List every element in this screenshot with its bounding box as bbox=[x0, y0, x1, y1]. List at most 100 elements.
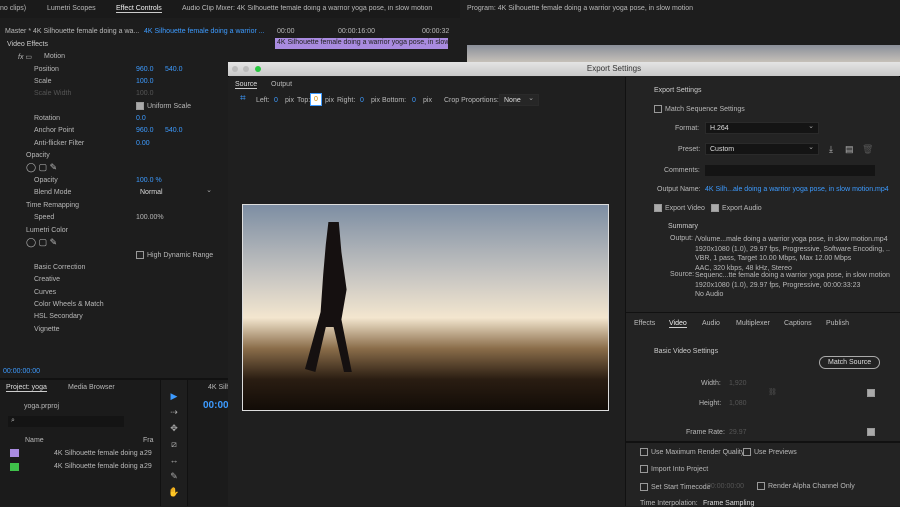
crop-proportions-select[interactable]: None bbox=[499, 94, 539, 106]
crop-right-input[interactable]: 0 bbox=[360, 97, 364, 104]
lumetri-section[interactable]: Color Wheels & Match bbox=[34, 301, 104, 308]
uniform-scale-checkbox[interactable]: Uniform Scale bbox=[136, 102, 191, 110]
lumetri-color-effect[interactable]: Lumetri Color bbox=[26, 227, 68, 234]
width-match-checkbox[interactable] bbox=[867, 389, 875, 397]
motion-effect[interactable]: Motion bbox=[44, 53, 65, 60]
tab-multiplexer[interactable]: Multiplexer bbox=[736, 320, 770, 327]
alpha-only-checkbox[interactable]: Render Alpha Channel Only bbox=[757, 482, 855, 490]
close-button[interactable] bbox=[232, 66, 238, 72]
comments-input[interactable] bbox=[705, 165, 875, 176]
import-project-checkbox[interactable]: Import Into Project bbox=[640, 465, 708, 473]
mask-tools-icon[interactable]: ◯ ▢ ✎ bbox=[26, 162, 57, 173]
lumetri-section[interactable]: Curves bbox=[34, 289, 56, 296]
max-render-label: Use Maximum Render Quality bbox=[651, 448, 745, 456]
column-frame-rate[interactable]: Fra bbox=[143, 437, 154, 444]
effect-timecode[interactable]: 00:00:00:00 bbox=[3, 368, 40, 375]
export-audio-checkbox[interactable]: Export Audio bbox=[711, 204, 762, 212]
tab-publish[interactable]: Publish bbox=[826, 320, 849, 327]
crop-bottom-input[interactable]: 0 bbox=[412, 97, 416, 104]
import-preset-icon[interactable]: ▤ bbox=[845, 144, 854, 155]
tab-effects[interactable]: Effects bbox=[634, 320, 655, 327]
output-name-link[interactable]: 4K Silh...ale doing a warrior yoga pose,… bbox=[705, 186, 889, 193]
crop-icon[interactable]: ⌗ bbox=[240, 93, 246, 104]
delete-preset-icon[interactable]: 🗑 bbox=[862, 144, 873, 155]
height-input[interactable]: 1,080 bbox=[729, 400, 747, 407]
time-remapping-effect[interactable]: Time Remapping bbox=[26, 202, 79, 209]
tab-captions[interactable]: Captions bbox=[784, 320, 812, 327]
ripple-edit-icon[interactable]: ✥ bbox=[161, 420, 187, 436]
razor-icon[interactable]: ⧄ bbox=[161, 436, 187, 452]
anchor-y[interactable]: 540.0 bbox=[165, 127, 183, 134]
scale-value[interactable]: 100.0 bbox=[136, 78, 154, 85]
timeline-clip-bar[interactable]: 4K Silhouette female doing a warrior yog… bbox=[275, 38, 448, 49]
tab-source[interactable]: Source bbox=[235, 81, 258, 89]
tab-program-monitor[interactable]: Program: 4K Silhouette female doing a wa… bbox=[467, 5, 693, 12]
pen-icon[interactable]: ✎ bbox=[161, 468, 187, 484]
column-name[interactable]: Name bbox=[25, 437, 44, 444]
tab-audio-clip-mixer[interactable]: Audio Clip Mixer: 4K Silhouette female d… bbox=[182, 5, 452, 12]
match-sequence-checkbox[interactable]: Match Sequence Settings bbox=[654, 105, 745, 113]
tab-media-browser[interactable]: Media Browser bbox=[68, 384, 115, 391]
hand-icon[interactable]: ✋ bbox=[161, 484, 187, 500]
tab-effect-controls[interactable]: Effect Controls bbox=[116, 5, 162, 13]
opacity-value[interactable]: 100.0 % bbox=[136, 177, 162, 184]
slip-icon[interactable]: ↔ bbox=[161, 452, 187, 468]
lumetri-section[interactable]: HSL Secondary bbox=[34, 313, 83, 320]
lumetri-section[interactable]: Basic Correction bbox=[34, 264, 85, 271]
antiflicker-value[interactable]: 0.00 bbox=[136, 140, 150, 147]
start-timecode-checkbox[interactable]: Set Start Timecode bbox=[640, 483, 711, 491]
crop-left-input[interactable]: 0 bbox=[274, 97, 278, 104]
summary-header[interactable]: Summary bbox=[668, 223, 698, 230]
crop-top-input[interactable]: 0 bbox=[310, 93, 322, 106]
tab-audio[interactable]: Audio bbox=[702, 320, 720, 327]
crop-proportions-label: Crop Proportions: bbox=[444, 97, 499, 104]
minimize-button[interactable] bbox=[243, 66, 249, 72]
zoom-button[interactable] bbox=[255, 66, 261, 72]
position-y[interactable]: 540.0 bbox=[165, 66, 183, 73]
timeline-tab[interactable]: 4K Silh bbox=[208, 384, 230, 391]
mask-tools-icon[interactable]: ◯ ▢ ✎ bbox=[26, 237, 57, 248]
track-select-icon[interactable]: ⇢ bbox=[161, 404, 187, 420]
opacity-effect[interactable]: Opacity bbox=[26, 152, 50, 159]
use-previews-checkbox[interactable]: Use Previews bbox=[743, 448, 797, 456]
tab-lumetri-scopes[interactable]: Lumetri Scopes bbox=[47, 5, 96, 12]
format-select[interactable]: H.264 bbox=[705, 122, 819, 134]
width-input[interactable]: 1,920 bbox=[729, 380, 747, 387]
master-clip-label[interactable]: Master * 4K Silhouette female doing a wa… bbox=[5, 28, 139, 35]
preset-select[interactable]: Custom bbox=[705, 143, 819, 155]
export-audio-label: Export Audio bbox=[722, 204, 762, 212]
tab-project[interactable]: Project: yoga bbox=[6, 384, 47, 392]
link-icon[interactable]: ⛓ bbox=[768, 388, 777, 396]
lumetri-section[interactable]: Vignette bbox=[34, 326, 60, 333]
selection-tool-icon[interactable]: ▶ bbox=[161, 388, 187, 404]
project-search-input[interactable]: ⌕ bbox=[8, 416, 124, 427]
hdr-checkbox[interactable]: High Dynamic Range bbox=[136, 251, 213, 259]
tab-video[interactable]: Video bbox=[669, 320, 687, 328]
match-source-button[interactable]: Match Source bbox=[819, 356, 881, 369]
clip-selector[interactable]: 4K Silhouette female doing a warrior ... bbox=[144, 28, 265, 35]
lumetri-section[interactable]: Creative bbox=[34, 276, 60, 283]
project-item[interactable]: 4K Silhouette female doing a bbox=[54, 450, 144, 457]
basic-video-header[interactable]: Basic Video Settings bbox=[654, 348, 718, 355]
anchor-x[interactable]: 960.0 bbox=[136, 127, 154, 134]
max-render-checkbox[interactable]: Use Maximum Render Quality bbox=[640, 448, 744, 456]
frame-rate-select[interactable]: 29.97 bbox=[729, 429, 747, 436]
position-x[interactable]: 960.0 bbox=[136, 66, 154, 73]
source-video-preview[interactable] bbox=[242, 204, 609, 411]
export-video-checkbox[interactable]: Export Video bbox=[654, 204, 705, 212]
project-item[interactable]: 4K Silhouette female doing a bbox=[54, 463, 144, 470]
label-color[interactable] bbox=[10, 463, 19, 471]
rotation-value[interactable]: 0.0 bbox=[136, 115, 146, 122]
comments-label: Comments: bbox=[664, 167, 700, 174]
blend-mode-select[interactable]: Normal bbox=[136, 186, 216, 199]
save-preset-icon[interactable]: ⤓ bbox=[829, 144, 833, 155]
tab-output[interactable]: Output bbox=[271, 81, 292, 88]
anchor-label: Anchor Point bbox=[34, 127, 75, 134]
speed-value[interactable]: 100.00% bbox=[136, 214, 164, 221]
export-settings-header[interactable]: Export Settings bbox=[654, 87, 701, 94]
start-timecode-input[interactable]: 00:00:00:00 bbox=[707, 483, 744, 490]
timeline-timecode[interactable]: 00:00 bbox=[203, 400, 229, 411]
tab-clips[interactable]: no clips) bbox=[0, 5, 26, 12]
label-color[interactable] bbox=[10, 449, 19, 457]
frame-rate-checkbox[interactable] bbox=[867, 428, 875, 436]
